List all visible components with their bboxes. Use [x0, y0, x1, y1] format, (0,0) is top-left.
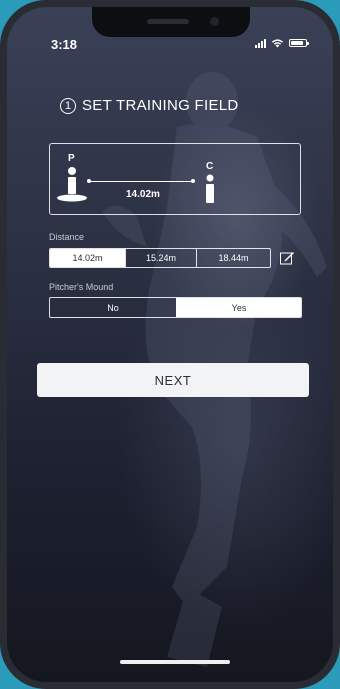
- catcher-label: C: [206, 161, 214, 172]
- device-notch: [92, 7, 250, 37]
- home-indicator[interactable]: [120, 660, 230, 664]
- status-icons: [255, 38, 309, 48]
- distance-option-3[interactable]: 18.44m: [196, 249, 270, 267]
- mound-selector: No Yes: [49, 297, 302, 318]
- mound-option-no[interactable]: No: [50, 298, 176, 317]
- edit-icon[interactable]: [279, 250, 295, 266]
- app-screen: 3:18 1 SET TRAINING FIELD P 14.02m C Dis…: [7, 7, 333, 682]
- distance-option-1[interactable]: 14.02m: [50, 249, 125, 267]
- step-number-icon: 1: [60, 97, 76, 114]
- status-time: 3:18: [51, 37, 78, 52]
- mound-option-yes[interactable]: Yes: [176, 298, 301, 317]
- catcher-icon: [206, 174, 214, 203]
- pitchers-mound-label: Pitcher's Mound: [49, 282, 114, 292]
- distance-label: Distance: [49, 232, 85, 242]
- pitcher-label: P: [68, 153, 75, 164]
- distance-option-2[interactable]: 15.24m: [125, 249, 196, 267]
- next-button[interactable]: NEXT: [37, 363, 309, 397]
- front-camera: [210, 17, 219, 26]
- battery-icon: [289, 39, 309, 47]
- phone-frame: 3:18 1 SET TRAINING FIELD P 14.02m C Dis…: [0, 0, 340, 689]
- page-title: 1 SET TRAINING FIELD: [60, 97, 239, 114]
- page-title-text: SET TRAINING FIELD: [82, 97, 239, 114]
- distance-value: 14.02m: [126, 189, 160, 200]
- catcher-marker: [191, 179, 195, 183]
- wifi-icon: [271, 39, 284, 48]
- pitcher-icon: [57, 167, 87, 202]
- distance-selector: 14.02m 15.24m 18.44m: [49, 248, 271, 268]
- distance-line: [89, 181, 193, 182]
- training-field-diagram: P 14.02m C: [49, 143, 301, 215]
- signal-icon: [255, 38, 266, 48]
- speaker-grille: [147, 19, 189, 24]
